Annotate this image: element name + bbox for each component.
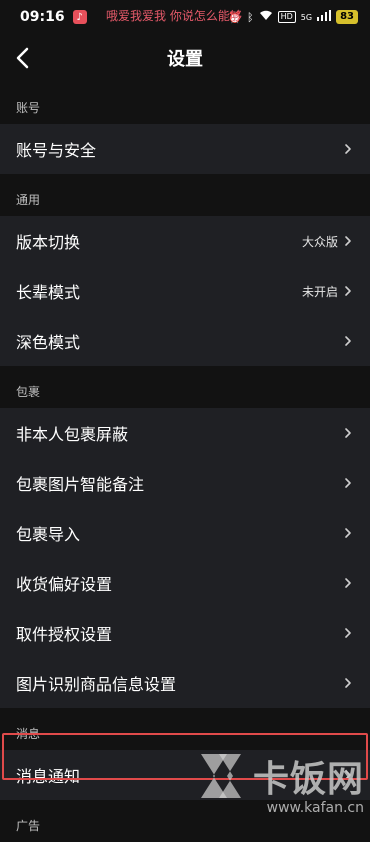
row-label: 收货偏好设置	[16, 575, 113, 594]
row-value: 大众版	[301, 234, 338, 249]
page-header: 设置	[0, 34, 370, 82]
row-right	[342, 476, 354, 490]
settings-row[interactable]: 版本切换 大众版	[0, 216, 370, 266]
section-label: 通用	[0, 174, 370, 216]
section-label: 消息	[0, 708, 370, 750]
settings-row[interactable]: 包裹导入	[0, 508, 370, 558]
row-right	[342, 576, 354, 590]
settings-row[interactable]: 长辈模式 未开启	[0, 266, 370, 316]
row-right: 未开启	[302, 283, 354, 300]
row-value: 未开启	[301, 284, 338, 299]
chevron-right-icon	[345, 478, 351, 488]
settings-row[interactable]: 深色模式	[0, 316, 370, 366]
settings-row[interactable]: 图片识别商品信息设置	[0, 658, 370, 708]
row-label: 账号与安全	[16, 141, 97, 160]
settings-row[interactable]: 账号与安全	[0, 124, 370, 174]
settings-row[interactable]: 收货偏好设置	[0, 558, 370, 608]
section-label: 广告	[0, 800, 370, 842]
row-right	[342, 334, 354, 348]
chevron-left-icon	[16, 47, 29, 69]
chevron-right-icon	[345, 770, 351, 780]
row-label: 深色模式	[16, 333, 81, 352]
chevron-right-icon	[345, 144, 351, 154]
row-label: 包裹图片智能备注	[16, 475, 145, 494]
back-button[interactable]	[12, 46, 36, 70]
section-label: 账号	[0, 82, 370, 124]
row-right	[342, 426, 354, 440]
row-label: 包裹导入	[16, 525, 81, 544]
row-right	[342, 142, 354, 156]
chevron-right-icon	[345, 286, 351, 296]
chevron-right-icon	[345, 428, 351, 438]
row-label: 长辈模式	[16, 283, 81, 302]
settings-list: 账号账号与安全通用版本切换 大众版长辈模式 未开启深色模式包裹非本人包裹屏蔽 包裹图片…	[0, 82, 370, 842]
row-label: 图片识别商品信息设置	[16, 675, 177, 694]
row-right: 大众版	[302, 233, 354, 250]
settings-row[interactable]: 包裹图片智能备注	[0, 458, 370, 508]
row-right	[342, 626, 354, 640]
chevron-right-icon	[345, 678, 351, 688]
row-right	[342, 768, 354, 782]
row-label: 取件授权设置	[16, 625, 113, 644]
settings-row[interactable]: 非本人包裹屏蔽	[0, 408, 370, 458]
hd-icon: HD	[277, 11, 296, 23]
chevron-right-icon	[345, 528, 351, 538]
network-label: 5G	[300, 12, 313, 22]
signal-icon	[317, 10, 332, 24]
notification-text: 哦爱我爱我 你说怎么能够	[106, 9, 242, 23]
page-title: 设置	[167, 49, 203, 70]
row-right	[342, 676, 354, 690]
bluetooth-icon: ᛒ	[246, 10, 254, 24]
settings-row[interactable]: 消息通知	[0, 750, 370, 800]
chevron-right-icon	[345, 236, 351, 246]
row-label: 非本人包裹屏蔽	[16, 425, 129, 444]
row-right	[342, 526, 354, 540]
battery-indicator: 83	[336, 10, 358, 24]
wifi-icon	[259, 10, 273, 24]
chevron-right-icon	[345, 336, 351, 346]
section-label: 包裹	[0, 366, 370, 408]
row-label: 版本切换	[16, 233, 81, 252]
row-label: 消息通知	[16, 767, 81, 786]
chevron-right-icon	[345, 628, 351, 638]
settings-row[interactable]: 取件授权设置	[0, 608, 370, 658]
status-bar: 09:16 ♪ 哦爱我爱我 你说怎么能够 ⏰ ᛒ HD 5G 83	[0, 0, 370, 34]
chevron-right-icon	[345, 578, 351, 588]
status-time: 09:16	[20, 9, 65, 25]
music-app-icon: ♪	[72, 10, 87, 24]
